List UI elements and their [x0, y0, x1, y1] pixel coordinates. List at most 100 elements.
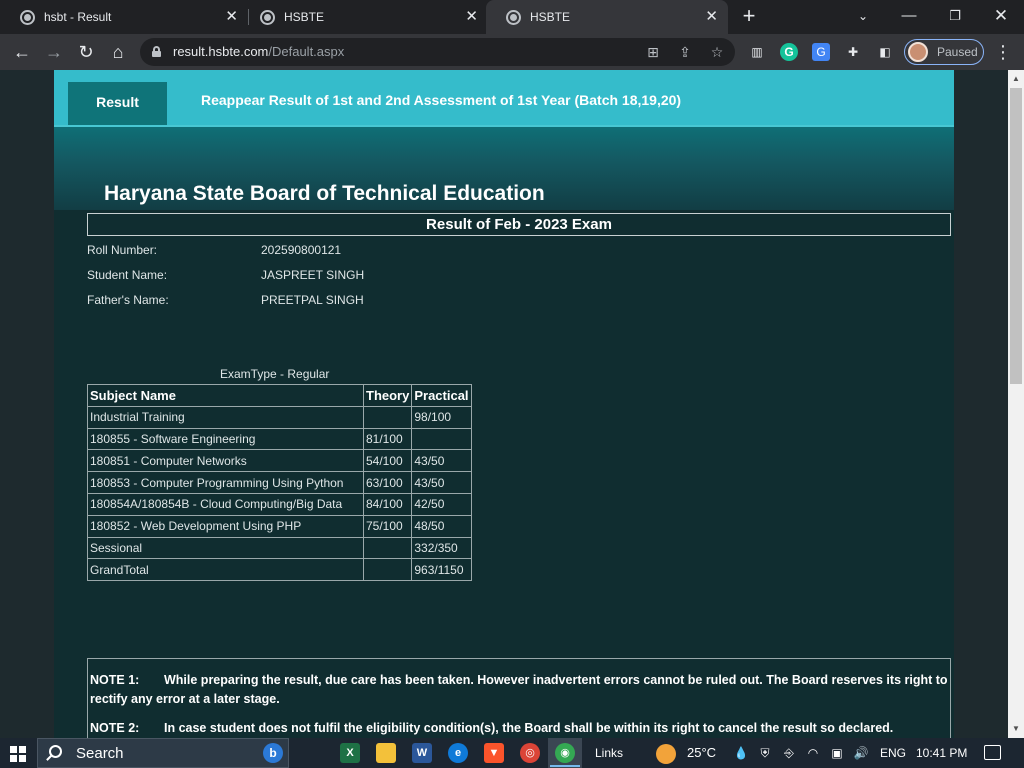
meet-now-icon[interactable]: ⎆: [781, 745, 797, 761]
tab-title: HSBTE: [530, 10, 571, 24]
close-icon[interactable]: ✕: [465, 9, 478, 25]
url-text[interactable]: result.hsbte.com/Default.aspx: [173, 44, 344, 59]
table-header-row: Subject Name Theory Practical: [87, 384, 472, 407]
tray-app-icon[interactable]: ▣: [829, 745, 845, 761]
close-icon[interactable]: ✕: [225, 9, 238, 25]
extension-icon[interactable]: ✚: [844, 43, 862, 61]
nav-result-tab[interactable]: Result: [68, 82, 167, 125]
theory-cell: 63/100: [362, 471, 413, 494]
clock[interactable]: 10:41 PM: [916, 746, 967, 760]
droplet-icon[interactable]: 💧: [733, 745, 749, 761]
theory-cell: [362, 405, 413, 429]
wifi-icon[interactable]: ◠: [805, 745, 821, 761]
note-text: In case student does not fulfil the elig…: [164, 721, 894, 735]
father-name-value: PREETPAL SINGH: [261, 293, 364, 307]
page-viewport: Result Reappear Result of 1st and 2nd As…: [0, 70, 1008, 738]
file-explorer-icon[interactable]: [376, 743, 396, 763]
theory-cell: [362, 558, 413, 582]
links-toolbar[interactable]: Links: [595, 746, 623, 760]
practical-cell: 43/50: [411, 471, 472, 494]
page-scrollbar[interactable]: ▲ ▼: [1008, 70, 1024, 738]
minimize-icon[interactable]: —: [899, 6, 919, 26]
url-path: /Default.aspx: [268, 44, 345, 59]
tab-title: hsbt - Result: [44, 10, 112, 24]
lock-icon[interactable]: [152, 46, 161, 57]
weather-icon[interactable]: [656, 744, 676, 764]
table-row: 180852 - Web Development Using PHP 75/10…: [87, 514, 472, 538]
taskbar-search-placeholder: Search: [76, 745, 124, 762]
back-icon[interactable]: ←: [11, 41, 33, 63]
window-close-icon[interactable]: ✕: [991, 6, 1011, 26]
address-bar[interactable]: result.hsbte.com/Default.aspx ⊞ ⇪ ☆: [140, 38, 735, 66]
home-icon[interactable]: ⌂: [107, 41, 129, 63]
grammarly-icon[interactable]: G: [780, 43, 798, 61]
student-name-value: JASPREET SINGH: [261, 268, 365, 282]
practical-cell: 332/350: [411, 536, 472, 560]
subject-cell: 180852 - Web Development Using PHP: [87, 514, 364, 538]
taskbar: Search b X W e ▼ ◎ ◉ Links 25°C 💧 ⛨ ⎆ ◠ …: [0, 738, 1024, 768]
practical-cell: [411, 427, 472, 451]
side-panel-icon[interactable]: ◧: [876, 43, 894, 61]
theory-cell: 75/100: [362, 514, 413, 538]
tab-hsbte-1[interactable]: HSBTE ✕: [240, 0, 488, 34]
new-tab-button[interactable]: +: [738, 5, 760, 27]
board-title: Haryana State Board of Technical Educati…: [104, 182, 545, 205]
taskbar-search-box[interactable]: Search b: [37, 738, 289, 768]
windows-start-icon[interactable]: [10, 746, 26, 762]
column-header-practical: Practical: [411, 384, 472, 407]
bing-icon[interactable]: b: [263, 743, 283, 763]
volume-icon[interactable]: 🔊: [853, 745, 869, 761]
exam-type: ExamType - Regular: [220, 367, 330, 381]
tab-strip: hsbt - Result ✕ HSBTE ✕ HSBTE ✕ + ⌄ — ❐ …: [0, 0, 1024, 34]
subject-cell: 180854A/180854B - Cloud Computing/Big Da…: [87, 492, 364, 516]
result-heading: Result of Feb - 2023 Exam: [87, 213, 951, 236]
profile-button[interactable]: Paused: [904, 39, 984, 65]
google-translate-icon[interactable]: G: [812, 43, 830, 61]
practical-cell: 48/50: [411, 514, 472, 538]
theory-cell: [362, 536, 413, 560]
site-nav: Result Reappear Result of 1st and 2nd As…: [54, 70, 954, 125]
globe-icon: [506, 9, 521, 25]
practical-cell: 43/50: [411, 449, 472, 473]
scrollbar-thumb[interactable]: [1010, 88, 1022, 384]
scroll-up-icon[interactable]: ▲: [1008, 72, 1024, 86]
roll-number-label: Roll Number:: [87, 243, 158, 257]
note-key: NOTE 1:: [90, 673, 140, 687]
tab-search-icon[interactable]: ⌄: [853, 6, 873, 26]
tab-hsbte-active[interactable]: HSBTE ✕: [486, 0, 728, 34]
reload-icon[interactable]: ↻: [75, 41, 97, 63]
url-host: result.hsbte.com: [173, 44, 269, 59]
tab-title: HSBTE: [284, 10, 325, 24]
chrome-canary-icon[interactable]: ◎: [520, 743, 540, 763]
table-row: 180855 - Software Engineering 81/100: [87, 427, 472, 451]
translate-icon[interactable]: ⊞: [644, 43, 662, 61]
student-name-label: Student Name:: [87, 268, 168, 282]
star-icon[interactable]: ☆: [708, 43, 726, 61]
practical-cell: 98/100: [411, 405, 472, 429]
notification-icon[interactable]: [984, 745, 1001, 760]
restore-icon[interactable]: ❐: [945, 6, 965, 26]
note-2: NOTE 2: In case student does not fulfil t…: [90, 719, 948, 738]
theory-cell: 54/100: [362, 449, 413, 473]
nav-reappear-link[interactable]: Reappear Result of 1st and 2nd Assessmen…: [201, 92, 681, 108]
theory-cell: 84/100: [362, 492, 413, 516]
avatar: [908, 42, 928, 62]
tab-hsbt-result[interactable]: hsbt - Result ✕: [0, 0, 248, 34]
menu-icon[interactable]: ⋮: [994, 42, 1012, 62]
scroll-down-icon[interactable]: ▼: [1008, 722, 1024, 736]
shield-icon[interactable]: ⛨: [757, 745, 773, 761]
theory-cell: 81/100: [362, 427, 413, 451]
extension-reader-icon[interactable]: ▥: [748, 43, 766, 61]
excel-icon[interactable]: X: [340, 743, 360, 763]
profile-status: Paused: [937, 45, 978, 59]
note-1: NOTE 1: While preparing the result, due c…: [90, 671, 948, 709]
share-icon[interactable]: ⇪: [676, 43, 694, 61]
edge-icon[interactable]: e: [448, 743, 468, 763]
brave-icon[interactable]: ▼: [484, 743, 504, 763]
close-icon[interactable]: ✕: [705, 9, 718, 25]
forward-icon[interactable]: →: [43, 41, 65, 63]
weather-temperature[interactable]: 25°C: [687, 745, 716, 760]
word-icon[interactable]: W: [412, 743, 432, 763]
language-indicator[interactable]: ENG: [880, 746, 906, 760]
chrome-icon[interactable]: ◉: [555, 743, 575, 763]
